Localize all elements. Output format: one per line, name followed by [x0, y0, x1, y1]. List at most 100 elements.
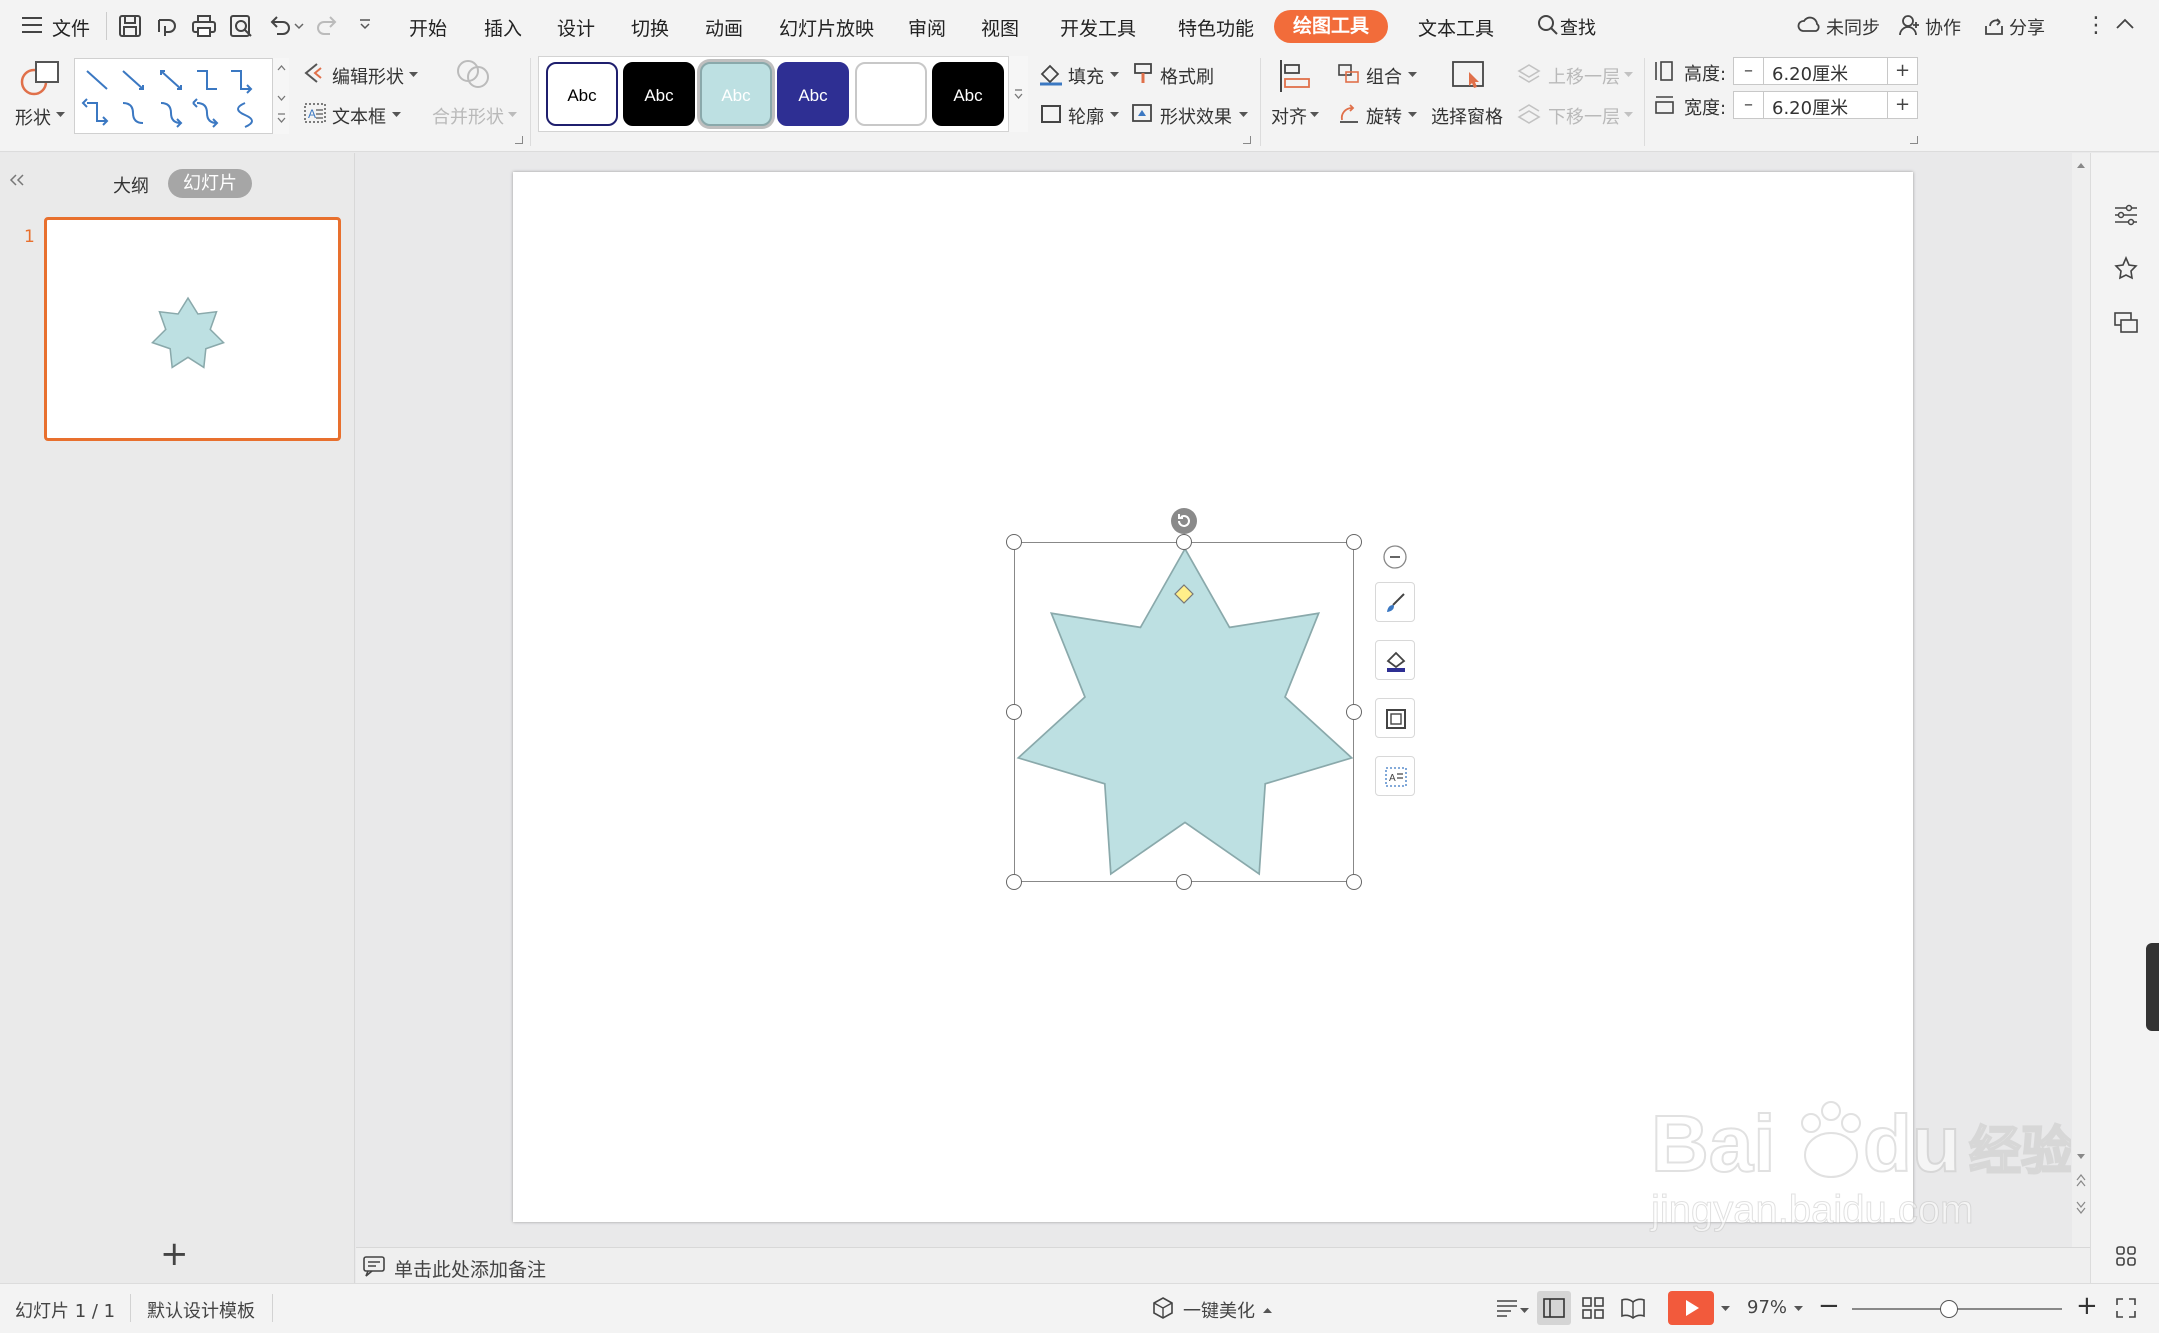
customize-toolbar-icon[interactable] — [358, 18, 372, 32]
edit-shape-dropdown-icon[interactable] — [409, 71, 418, 78]
hamburger-icon[interactable] — [22, 17, 42, 33]
tab-slideshow[interactable]: 幻灯片放映 — [779, 14, 874, 41]
shape-style-2[interactable]: Abc — [623, 62, 695, 126]
height-increase-button[interactable]: + — [1887, 58, 1917, 84]
resize-handle-s[interactable] — [1176, 874, 1192, 890]
shape-effect-dropdown-icon[interactable] — [1239, 111, 1248, 118]
fill-icon[interactable] — [1038, 62, 1064, 86]
width-increase-button[interactable]: + — [1887, 92, 1917, 118]
outline-dropdown-icon[interactable] — [1110, 111, 1119, 118]
resize-handle-ne[interactable] — [1346, 534, 1362, 550]
align-dropdown-icon[interactable] — [1310, 111, 1319, 118]
rotate-icon[interactable] — [1336, 102, 1362, 126]
cloud-sync-icon[interactable] — [1797, 15, 1821, 35]
search-button[interactable]: 查找 — [1560, 14, 1596, 40]
file-menu[interactable]: 文件 — [52, 14, 90, 41]
collapse-toolbar-icon[interactable] — [1383, 545, 1407, 569]
size-launcher-icon[interactable] — [1910, 136, 1918, 144]
more-options-icon[interactable]: ⋮ — [2085, 13, 2107, 38]
shape-style-3[interactable]: Abc — [700, 62, 772, 126]
notes-toggle-icon[interactable] — [1494, 1296, 1520, 1320]
shape-style-5[interactable]: Abc — [855, 62, 927, 126]
collapse-panel-icon[interactable] — [8, 173, 26, 187]
fill-dropdown-icon[interactable] — [1110, 71, 1119, 78]
save-icon[interactable] — [116, 12, 144, 40]
tab-review[interactable]: 审阅 — [908, 14, 946, 41]
group-button[interactable]: 组合 — [1366, 63, 1402, 89]
rotate-button[interactable]: 旋转 — [1366, 103, 1402, 129]
side-grip[interactable] — [2146, 943, 2159, 1031]
grid-apps-icon[interactable] — [2115, 1245, 2137, 1267]
float-fill-button[interactable] — [1375, 640, 1415, 680]
edit-shape-icon[interactable] — [303, 62, 327, 84]
export-icon[interactable] — [153, 12, 181, 40]
play-dropdown-icon[interactable] — [1721, 1305, 1730, 1312]
width-decrease-button[interactable]: – — [1734, 92, 1764, 118]
height-input[interactable]: 6.20厘米 — [1772, 60, 1848, 86]
slide-canvas[interactable]: A — [513, 172, 1913, 1222]
style-gallery-scroll[interactable] — [1008, 56, 1028, 132]
format-painter-button[interactable]: 格式刷 — [1160, 63, 1214, 89]
vertical-scrollbar[interactable] — [2072, 153, 2090, 1247]
beautify-up-icon[interactable] — [1263, 1307, 1272, 1314]
scroll-up-icon[interactable] — [2076, 161, 2086, 169]
rotate-handle-icon[interactable] — [1170, 507, 1198, 535]
shape-gallery-scroll[interactable] — [272, 58, 289, 134]
zoom-level[interactable]: 97% — [1747, 1297, 1787, 1318]
fit-window-icon[interactable] — [2115, 1297, 2137, 1319]
shape-effect-icon[interactable] — [1130, 102, 1156, 126]
edit-shape-button[interactable]: 编辑形状 — [332, 63, 404, 89]
redo-icon[interactable] — [314, 12, 342, 40]
beautify-button[interactable]: 一键美化 — [1183, 1297, 1255, 1323]
share-icon[interactable] — [1983, 14, 2005, 36]
shape-icon[interactable] — [18, 58, 62, 98]
zoom-out-button[interactable]: − — [1818, 1291, 1840, 1321]
search-icon[interactable] — [1537, 14, 1559, 36]
zoom-dropdown-icon[interactable] — [1794, 1305, 1803, 1312]
textbox-dropdown-icon[interactable] — [392, 111, 401, 118]
undo-dropdown-icon[interactable] — [294, 22, 304, 30]
resize-handle-w[interactable] — [1006, 704, 1022, 720]
format-painter-icon[interactable] — [1131, 61, 1155, 87]
template-name[interactable]: 默认设计模板 — [147, 1297, 255, 1323]
notes-bar[interactable]: 单击此处添加备注 — [356, 1247, 2090, 1283]
sorter-view-icon[interactable] — [1581, 1296, 1605, 1320]
sync-status[interactable]: 未同步 — [1826, 14, 1880, 40]
resize-handle-e[interactable] — [1346, 704, 1362, 720]
textbox-button[interactable]: 文本框 — [332, 103, 386, 129]
shape-style-6[interactable]: Abc — [932, 62, 1004, 126]
width-input[interactable]: 6.20厘米 — [1772, 94, 1848, 120]
outline-icon[interactable] — [1038, 102, 1064, 126]
height-decrease-button[interactable]: – — [1734, 58, 1764, 84]
print-preview-icon[interactable] — [227, 12, 255, 40]
shape-gallery[interactable] — [74, 58, 289, 134]
resize-handle-nw[interactable] — [1006, 534, 1022, 550]
align-icon[interactable] — [1277, 58, 1313, 94]
group-dropdown-icon[interactable] — [1408, 71, 1417, 78]
tab-design[interactable]: 设计 — [557, 14, 595, 41]
collaborate-icon[interactable] — [1899, 14, 1921, 36]
float-outline-button[interactable] — [1375, 698, 1415, 738]
float-style-button[interactable] — [1375, 582, 1415, 622]
group-icon[interactable] — [1336, 62, 1362, 86]
shape-button[interactable]: 形状 — [15, 104, 51, 130]
normal-view-button[interactable] — [1537, 1291, 1571, 1325]
tab-home[interactable]: 开始 — [409, 14, 447, 41]
shape-style-1[interactable]: Abc — [546, 62, 618, 126]
slides-tab[interactable]: 幻灯片 — [168, 169, 252, 198]
tab-insert[interactable]: 插入 — [484, 14, 522, 41]
print-icon[interactable] — [190, 12, 218, 40]
style-launcher-icon[interactable] — [1243, 136, 1251, 144]
float-textbox-button[interactable]: A — [1375, 756, 1415, 796]
tab-developer[interactable]: 开发工具 — [1060, 14, 1136, 41]
shape-style-4[interactable]: Abc — [777, 62, 849, 126]
tab-drawing-tools[interactable]: 绘图工具 — [1274, 10, 1388, 43]
beautify-icon[interactable] — [1151, 1296, 1175, 1320]
tab-animation[interactable]: 动画 — [705, 14, 743, 41]
adjust-handle-icon[interactable] — [1174, 584, 1194, 604]
selection-pane-icon[interactable] — [1449, 58, 1489, 94]
notes-placeholder[interactable]: 单击此处添加备注 — [394, 1255, 546, 1282]
resize-handle-se[interactable] — [1346, 874, 1362, 890]
reading-view-icon[interactable] — [1620, 1296, 1646, 1320]
selection-pane-button[interactable]: 选择窗格 — [1431, 103, 1503, 129]
